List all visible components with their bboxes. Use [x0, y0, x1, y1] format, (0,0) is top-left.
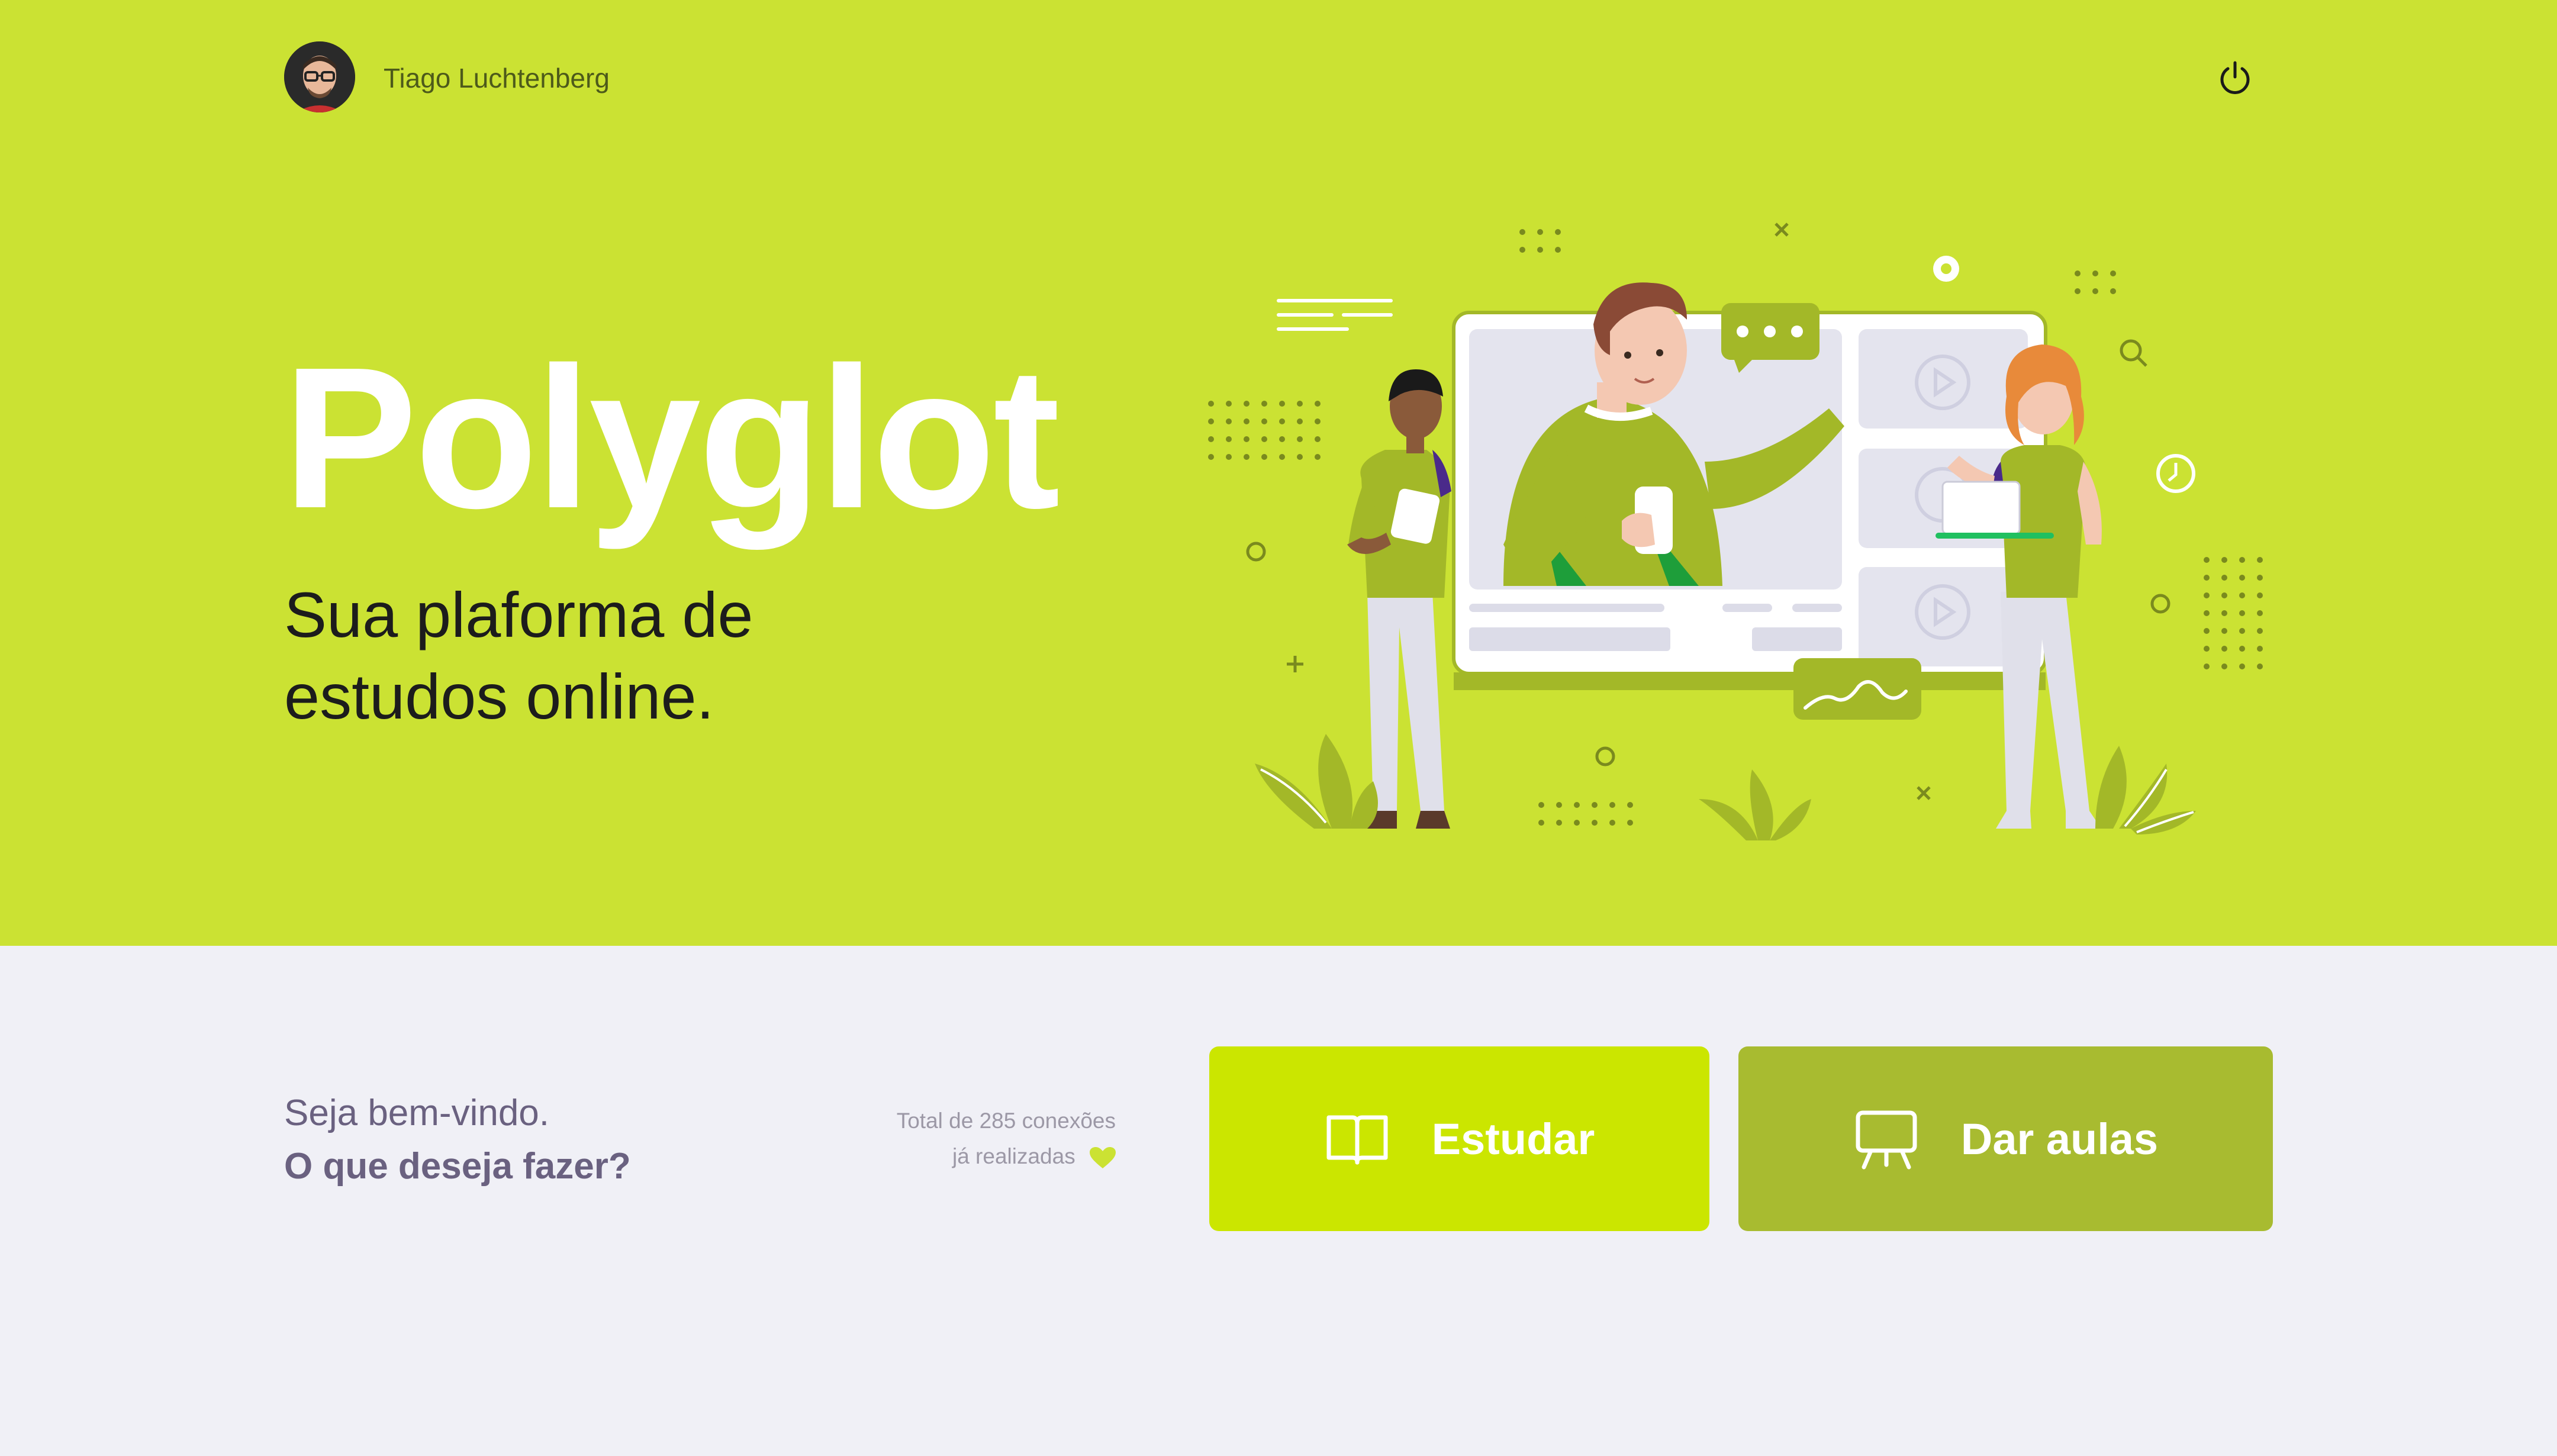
study-button[interactable]: Estudar: [1209, 1046, 1709, 1231]
heart-icon: [1090, 1147, 1116, 1169]
avatar-icon: [284, 41, 355, 112]
teach-button[interactable]: Dar aulas: [1738, 1046, 2273, 1231]
presentation-icon: [1853, 1106, 1920, 1172]
book-icon: [1324, 1106, 1390, 1172]
connections-line: Total de 285 conexões: [896, 1109, 1116, 1133]
user-avatar[interactable]: [284, 41, 355, 112]
connections-text: já realizadas: [952, 1144, 1075, 1168]
connections-line-2: já realizadas: [817, 1139, 1116, 1174]
page-subtitle: Sua plaforma de estudos online.: [284, 579, 753, 732]
welcome-message: Seja bem-vindo. O que deseja fazer?: [284, 1087, 631, 1193]
hero-section: Tiago Luchtenberg Polyglot Sua plaforma …: [0, 0, 2557, 946]
power-icon: [2220, 61, 2250, 94]
page-title: Polyglot: [283, 326, 1060, 550]
study-button-label: Estudar: [1431, 1114, 1595, 1164]
user-name: Tiago Luchtenberg: [384, 63, 610, 94]
total-connections: Total de 285 conexões já realizadas: [817, 1103, 1116, 1174]
welcome-line: Seja bem-vindo.: [284, 1093, 550, 1133]
teach-button-label: Dar aulas: [1960, 1114, 2159, 1164]
welcome-question: O que deseja fazer?: [284, 1146, 631, 1187]
logout-button[interactable]: [2216, 59, 2254, 97]
online-class-illustration: [1196, 213, 2285, 852]
